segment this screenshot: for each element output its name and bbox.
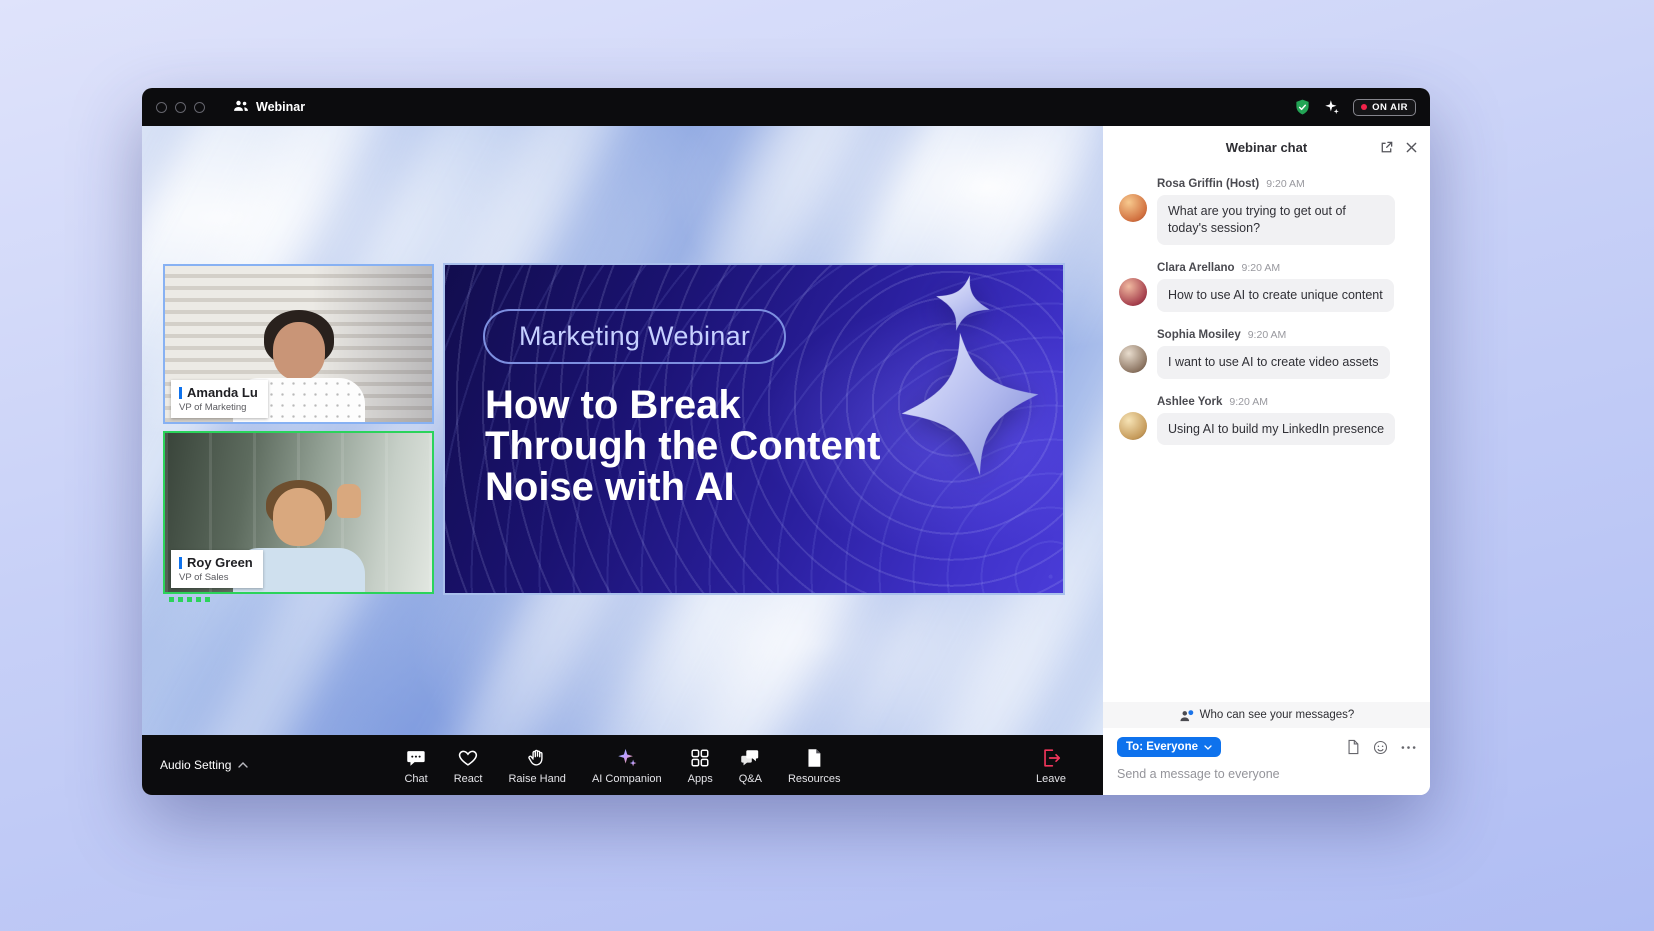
nametag-roy: Roy Green VP of Sales	[171, 550, 263, 588]
message-time: 9:20 AM	[1229, 396, 1268, 408]
toolbar-item-apps[interactable]: Apps	[675, 746, 726, 785]
recipient-selector[interactable]: To: Everyone	[1117, 737, 1221, 757]
shared-slide: Marketing Webinar How to Break Through t…	[443, 263, 1065, 595]
window-controls	[156, 102, 205, 113]
shield-check-icon[interactable]	[1294, 99, 1311, 116]
toolbar-item-ai-companion[interactable]: AI Companion	[579, 746, 675, 785]
heart-icon	[457, 746, 479, 770]
leave-icon	[1040, 746, 1062, 770]
on-air-badge: ON AIR	[1353, 99, 1416, 116]
slide-star-decoration-large	[885, 319, 1054, 488]
close-icon[interactable]	[1405, 141, 1418, 154]
chat-message: Ashlee York 9:20 AM Using AI to build my…	[1119, 396, 1418, 446]
participant-name: Amanda Lu	[187, 385, 258, 400]
slide-heading: How to Break Through the Content Noise w…	[485, 385, 880, 508]
audio-level-indicator	[169, 597, 213, 602]
sparkle-icon[interactable]	[1324, 99, 1340, 115]
file-icon[interactable]	[1346, 739, 1360, 755]
chat-message: Clara Arellano 9:20 AM How to use AI to …	[1119, 262, 1418, 312]
toolbar-item-resources[interactable]: Resources	[775, 746, 854, 785]
chat-composer: To: Everyone	[1103, 728, 1430, 795]
toolbar-item-chat[interactable]: Chat	[391, 746, 440, 785]
chat-message: Sophia Mosiley 9:20 AM I want to use AI …	[1119, 329, 1418, 379]
message-time: 9:20 AM	[1266, 178, 1305, 190]
message-bubble: I want to use AI to create video assets	[1157, 346, 1390, 379]
on-air-dot	[1361, 104, 1367, 110]
nametag-amanda: Amanda Lu VP of Marketing	[171, 380, 268, 418]
more-icon[interactable]	[1401, 745, 1416, 750]
avatar	[1119, 345, 1147, 373]
qa-icon	[739, 746, 761, 770]
chat-message: Rosa Griffin (Host) 9:20 AM What are you…	[1119, 178, 1418, 245]
toolbar-center-group: Chat React Raise Hand	[391, 746, 853, 785]
participant-role: VP of Marketing	[179, 402, 258, 413]
privacy-audience-icon	[1179, 709, 1194, 722]
window-close-button[interactable]	[156, 102, 167, 113]
meeting-toolbar: Audio Setting Chat	[142, 735, 1103, 795]
nametag-accent-bar	[179, 387, 182, 399]
video-stage: Amanda Lu VP of Marketing Roy Green	[142, 126, 1103, 735]
video-tile-amanda[interactable]: Amanda Lu VP of Marketing	[163, 264, 434, 424]
chat-privacy-note[interactable]: Who can see your messages?	[1103, 702, 1430, 728]
resources-icon	[803, 746, 825, 770]
chat-message-input[interactable]	[1117, 767, 1416, 781]
message-bubble: What are you trying to get out of today'…	[1157, 195, 1395, 245]
message-sender: Clara Arellano	[1157, 262, 1235, 274]
window-minimize-button[interactable]	[175, 102, 186, 113]
chat-header: Webinar chat	[1103, 126, 1430, 168]
audio-setting-button[interactable]: Audio Setting	[142, 758, 248, 772]
window-maximize-button[interactable]	[194, 102, 205, 113]
toolbar-item-qa[interactable]: Q&A	[726, 746, 775, 785]
nametag-accent-bar	[179, 557, 182, 569]
message-bubble: How to use AI to create unique content	[1157, 279, 1394, 312]
leave-button[interactable]: Leave	[1023, 746, 1079, 785]
raise-hand-icon	[526, 746, 548, 770]
chat-icon	[405, 746, 427, 770]
apps-icon	[689, 746, 711, 770]
video-tile-roy[interactable]: Roy Green VP of Sales	[163, 431, 434, 594]
chat-message-list: Rosa Griffin (Host) 9:20 AM What are you…	[1103, 168, 1430, 702]
message-time: 9:20 AM	[1248, 329, 1287, 341]
participant-role: VP of Sales	[179, 572, 253, 583]
avatar	[1119, 412, 1147, 440]
participants-icon	[233, 99, 249, 115]
message-bubble: Using AI to build my LinkedIn presence	[1157, 413, 1395, 446]
avatar	[1119, 278, 1147, 306]
message-sender: Rosa Griffin (Host)	[1157, 178, 1259, 190]
toolbar-item-raise-hand[interactable]: Raise Hand	[495, 746, 578, 785]
webinar-window: Webinar ON AIR	[142, 88, 1430, 795]
message-sender: Ashlee York	[1157, 396, 1222, 408]
pop-out-icon[interactable]	[1379, 140, 1394, 155]
chat-title: Webinar chat	[1226, 140, 1307, 155]
webinar-chat-panel: Webinar chat Rosa Griffin (Host)	[1103, 126, 1430, 795]
message-time: 9:20 AM	[1242, 262, 1281, 274]
app-title: Webinar	[233, 99, 305, 115]
chevron-up-icon	[238, 762, 248, 768]
toolbar-item-react[interactable]: React	[441, 746, 496, 785]
emoji-icon[interactable]	[1373, 740, 1388, 755]
message-sender: Sophia Mosiley	[1157, 329, 1241, 341]
slide-tag-pill: Marketing Webinar	[483, 309, 786, 364]
participant-name: Roy Green	[187, 555, 253, 570]
avatar	[1119, 194, 1147, 222]
titlebar: Webinar ON AIR	[142, 88, 1430, 126]
window-title: Webinar	[256, 100, 305, 114]
chevron-down-icon	[1204, 745, 1212, 750]
ai-sparkle-icon	[616, 746, 638, 770]
